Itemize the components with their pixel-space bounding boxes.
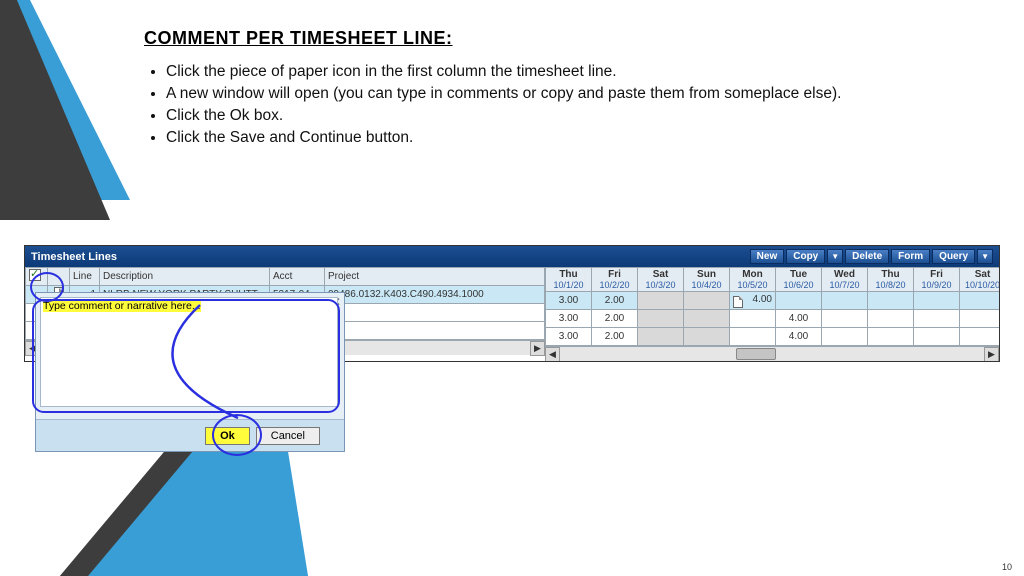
table-row[interactable]: 3.002.004.009.00 [546, 310, 1000, 328]
col-day: Thu10/8/20 [868, 268, 914, 292]
cell-hours[interactable]: 4.00 [776, 328, 822, 346]
app-header: Timesheet Lines New Copy Delete Form Que… [25, 246, 999, 267]
query-dropdown-icon[interactable] [977, 249, 993, 264]
col-acct: Acct [270, 268, 325, 286]
col-day: Tue10/6/20 [776, 268, 822, 292]
comment-textarea[interactable]: Type comment or narrative here... [40, 297, 338, 407]
cell-hours[interactable] [684, 292, 730, 310]
cell-hours[interactable] [960, 292, 1000, 310]
cell-hours[interactable] [730, 310, 776, 328]
cell-hours[interactable]: 3.00 [546, 292, 592, 310]
cell-hours[interactable] [868, 292, 914, 310]
right-scrollbar[interactable]: ◀ ▶ [545, 346, 999, 361]
cell-hours[interactable]: 4.00 [776, 310, 822, 328]
cell-hours[interactable] [960, 328, 1000, 346]
copy-dropdown-icon[interactable] [827, 249, 843, 264]
cell-hours[interactable]: 2.00 [592, 328, 638, 346]
cell-hours[interactable]: 3.00 [546, 310, 592, 328]
copy-button[interactable]: Copy [786, 249, 825, 264]
cell-hours[interactable] [684, 310, 730, 328]
form-button[interactable]: Form [891, 249, 930, 264]
section-heading: COMMENT PER TIMESHEET LINE: [144, 28, 994, 49]
cell-hours[interactable] [638, 292, 684, 310]
cell-hours[interactable]: 3.00 [546, 328, 592, 346]
col-day: Wed10/7/20 [822, 268, 868, 292]
comment-popup: ✕ Type comment or narrative here... Ok C… [35, 292, 345, 452]
table-row[interactable]: 3.002.004.009.00 [546, 328, 1000, 346]
cell-hours[interactable]: 4.00 [730, 292, 776, 310]
cell-hours[interactable] [822, 292, 868, 310]
col-description: Description [100, 268, 270, 286]
new-button[interactable]: New [750, 249, 785, 264]
query-button[interactable]: Query [932, 249, 975, 264]
col-comment [48, 268, 70, 286]
select-all-checkbox[interactable] [29, 269, 41, 281]
bullet-item: Click the Save and Continue button. [166, 129, 994, 147]
col-day: Thu10/1/20 [546, 268, 592, 292]
popup-buttons: Ok Cancel [36, 419, 344, 451]
cell-hours[interactable] [868, 310, 914, 328]
page-number: 10 [1002, 562, 1012, 572]
cell-hours[interactable] [960, 310, 1000, 328]
scroll-left-icon[interactable]: ◀ [545, 347, 560, 361]
scroll-right-icon[interactable]: ▶ [984, 347, 999, 361]
cell-hours[interactable] [638, 328, 684, 346]
col-day: Fri10/9/20 [914, 268, 960, 292]
ok-button[interactable]: Ok [205, 427, 250, 445]
cell-hours[interactable]: 2.00 [592, 292, 638, 310]
bullet-item: Click the piece of paper icon in the fir… [166, 63, 994, 81]
col-day: Fri10/2/20 [592, 268, 638, 292]
scroll-thumb[interactable] [736, 348, 776, 360]
comment-paper-icon[interactable] [733, 296, 743, 308]
col-day: Sat10/10/20 [960, 268, 1000, 292]
cell-hours[interactable] [684, 328, 730, 346]
col-day: Sun10/4/20 [684, 268, 730, 292]
cell-hours[interactable]: 2.00 [592, 310, 638, 328]
cell-hours[interactable] [638, 310, 684, 328]
comment-placeholder: Type comment or narrative here... [43, 300, 201, 312]
cell-hours[interactable] [822, 310, 868, 328]
delete-button[interactable]: Delete [845, 249, 889, 264]
grid-right: Thu10/1/20Fri10/2/20Sat10/3/20Sun10/4/20… [545, 267, 999, 346]
col-line: Line [70, 268, 100, 286]
instruction-block: COMMENT PER TIMESHEET LINE: Click the pi… [144, 28, 994, 151]
table-row[interactable]: 3.002.004.009.00 [546, 292, 1000, 310]
cell-hours[interactable] [776, 292, 822, 310]
scroll-right-icon[interactable]: ▶ [530, 341, 545, 356]
col-day: Mon10/5/20 [730, 268, 776, 292]
cell-hours[interactable] [914, 310, 960, 328]
col-select [26, 268, 48, 286]
col-day: Sat10/3/20 [638, 268, 684, 292]
cell-hours[interactable] [868, 328, 914, 346]
cancel-button[interactable]: Cancel [256, 427, 320, 445]
cell-hours[interactable] [822, 328, 868, 346]
cell-hours[interactable] [914, 328, 960, 346]
col-project: Project [325, 268, 545, 286]
instruction-list: Click the piece of paper icon in the fir… [144, 63, 994, 147]
app-title: Timesheet Lines [31, 251, 748, 263]
bullet-item: A new window will open (you can type in … [166, 85, 994, 103]
cell-hours[interactable] [914, 292, 960, 310]
cell-hours[interactable] [730, 328, 776, 346]
bullet-item: Click the Ok box. [166, 107, 994, 125]
